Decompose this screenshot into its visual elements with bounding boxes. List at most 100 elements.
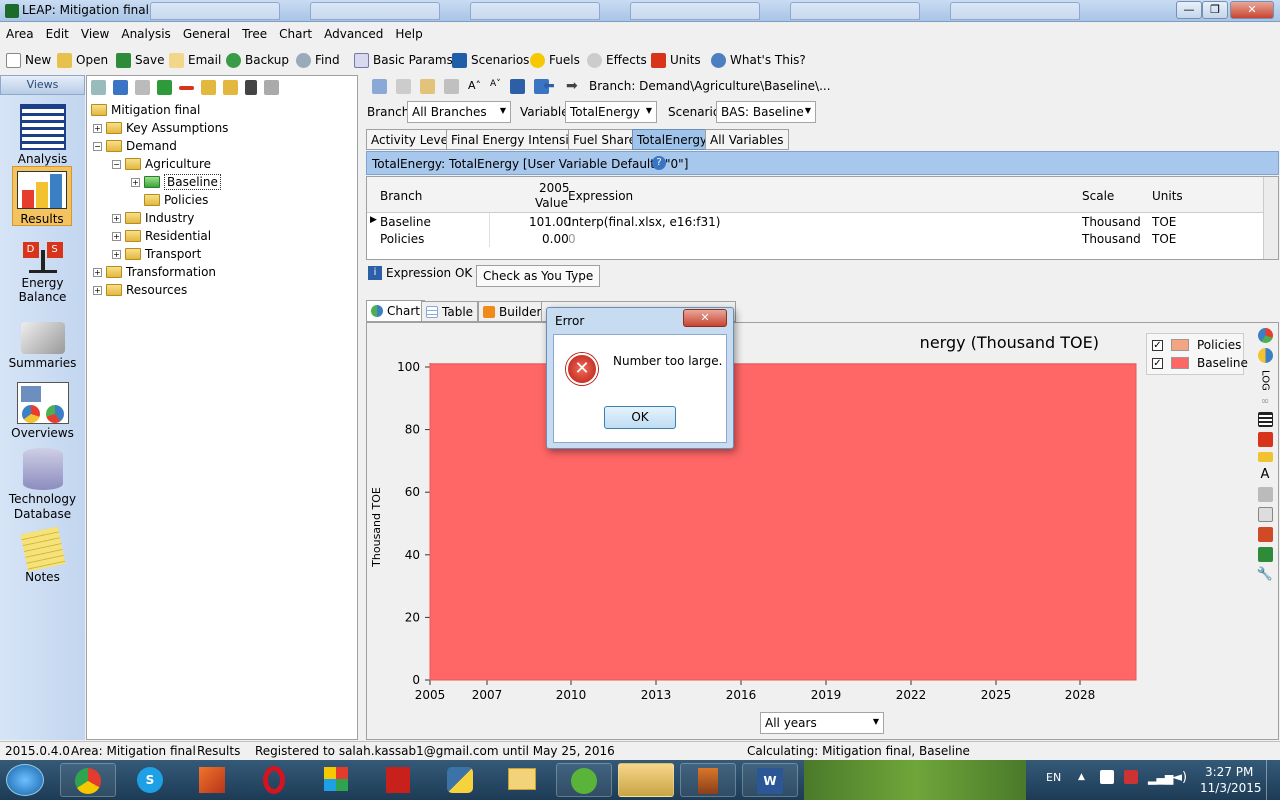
menu-chart[interactable]: Chart <box>273 24 318 41</box>
show-desktop-button[interactable] <box>1266 760 1280 800</box>
explorer-taskbar-icon[interactable] <box>494 763 550 797</box>
utorrent-taskbar-icon[interactable] <box>556 763 612 797</box>
signal-icon[interactable]: ▂▄▆ <box>1148 772 1173 785</box>
tree-item-policies[interactable]: Policies <box>144 191 208 209</box>
tab-all-variables[interactable]: All Variables <box>705 129 789 150</box>
scenario-dropdown[interactable]: BAS: Baseline <box>716 101 816 123</box>
view-energy-balance[interactable]: D S Energy Balance <box>0 240 85 304</box>
tab-total-energy[interactable]: TotalEnergy <box>632 129 713 150</box>
power-icon[interactable] <box>1124 770 1138 784</box>
units-button[interactable]: Units <box>651 51 701 69</box>
tab-activity-level[interactable]: Activity Level <box>366 129 457 150</box>
view-analysis[interactable]: Analysis <box>0 104 85 166</box>
legend-checkbox[interactable]: ✓ <box>1152 339 1163 351</box>
leap-taskbar-icon[interactable] <box>618 763 674 797</box>
tree-item-key-assumptions[interactable]: + Key Assumptions <box>93 119 228 137</box>
tray-time[interactable]: 3:27 PM <box>1205 765 1253 779</box>
table-row[interactable]: Policies 0.00 0 Thousand TOE <box>367 230 1264 247</box>
legend-checkbox[interactable]: ✓ <box>1152 357 1163 369</box>
cell-expression[interactable]: 0 <box>568 232 576 246</box>
cell-expression[interactable]: Interp(final.xlsx, e16:f31) <box>568 215 720 229</box>
print-icon[interactable] <box>264 80 279 95</box>
copy-icon[interactable] <box>1257 506 1273 522</box>
font-icon[interactable]: A <box>1261 467 1270 482</box>
check-as-you-type-button[interactable]: Check as You Type <box>476 265 601 287</box>
basic-params-button[interactable]: Basic Params <box>354 51 453 69</box>
view-technology-database[interactable]: Technology Database <box>0 448 85 522</box>
3d-toggle-icon[interactable]: ∞ <box>1261 396 1269 407</box>
fuels-button[interactable]: Fuels <box>530 51 580 69</box>
browser-tab[interactable] <box>470 2 600 20</box>
tree-item-baseline[interactable]: + Baseline <box>131 173 221 191</box>
print-icon[interactable] <box>1257 486 1273 502</box>
expand-icon[interactable]: + <box>131 177 140 187</box>
powerpoint-icon[interactable] <box>1257 526 1273 542</box>
font-decrease-icon[interactable]: A˅ <box>490 79 501 94</box>
view-results[interactable]: Results <box>12 166 72 226</box>
expand-icon[interactable]: + <box>112 213 121 223</box>
tree-item-resources[interactable]: + Resources <box>93 281 187 299</box>
browser-tab[interactable] <box>630 2 760 20</box>
word-taskbar-icon[interactable]: W <box>742 763 798 797</box>
minimize-button[interactable]: — <box>1176 1 1202 19</box>
number-format-icon[interactable] <box>1257 451 1273 462</box>
help-icon[interactable]: ? <box>652 156 666 170</box>
backup-button[interactable]: Backup <box>226 51 289 69</box>
paste-icon[interactable] <box>420 79 435 94</box>
print-icon[interactable] <box>444 79 459 94</box>
browser-tab[interactable] <box>950 2 1080 20</box>
cell-value[interactable]: 0.00 <box>542 232 569 246</box>
delete-icon[interactable] <box>179 86 194 90</box>
expand-icon[interactable]: + <box>93 285 102 295</box>
tray-expand-icon[interactable]: ▲ <box>1078 772 1085 782</box>
tree-root[interactable]: Mitigation final <box>91 101 200 119</box>
lock-icon[interactable] <box>223 80 238 95</box>
chart-bars-icon[interactable] <box>509 79 525 94</box>
action-center-icon[interactable] <box>1100 770 1114 784</box>
back-arrow-icon[interactable]: ⬅ <box>543 78 555 94</box>
open-button[interactable]: Open <box>57 51 108 69</box>
menu-edit[interactable]: Edit <box>40 24 75 41</box>
apps-taskbar-icon[interactable] <box>308 763 364 797</box>
new-button[interactable]: New <box>6 51 51 69</box>
dialog-close-button[interactable]: ✕ <box>683 309 727 327</box>
log-scale-toggle[interactable]: LOG <box>1260 370 1271 391</box>
ok-button[interactable]: OK <box>604 406 676 429</box>
skype-taskbar-icon[interactable]: S <box>122 763 178 797</box>
view-notes[interactable]: Notes <box>0 526 85 584</box>
save-icon[interactable] <box>1257 546 1273 562</box>
browser-tab[interactable] <box>310 2 440 20</box>
app-taskbar-icon[interactable] <box>680 763 736 797</box>
add-icon[interactable] <box>157 80 172 95</box>
close-button[interactable]: ✕ <box>1230 1 1274 19</box>
variable-dropdown[interactable]: TotalEnergy <box>565 101 657 123</box>
move-down-icon[interactable] <box>113 80 128 95</box>
copy-icon[interactable] <box>396 79 411 94</box>
effects-button[interactable]: Effects <box>587 51 647 69</box>
cell-value[interactable]: 101.00 <box>529 215 571 229</box>
tree-item-transformation[interactable]: + Transformation <box>93 263 216 281</box>
view-overviews[interactable]: Overviews <box>0 382 85 440</box>
expand-icon[interactable]: + <box>93 123 102 133</box>
legend-item[interactable]: ✓ Baseline <box>1152 356 1248 370</box>
expand-icon[interactable]: + <box>112 231 121 241</box>
language-indicator[interactable]: EN <box>1046 771 1061 784</box>
expand-icon[interactable]: + <box>93 267 102 277</box>
folder-tree-icon[interactable] <box>201 80 216 95</box>
matlab-taskbar-icon[interactable] <box>184 763 240 797</box>
expand-icon[interactable]: + <box>112 249 121 259</box>
menu-tree[interactable]: Tree <box>236 24 273 41</box>
tab-fuel-share[interactable]: Fuel Share <box>568 129 642 150</box>
opera-taskbar-icon[interactable] <box>246 763 302 797</box>
email-button[interactable]: Email <box>169 51 221 69</box>
sort-icon[interactable] <box>245 80 257 95</box>
font-increase-icon[interactable]: A˄ <box>468 79 481 94</box>
tree-item-demand[interactable]: − Demand <box>93 137 177 155</box>
save-button[interactable]: Save <box>116 51 164 69</box>
collapse-icon[interactable]: − <box>112 159 121 169</box>
tab-builder[interactable]: Builder <box>478 301 547 322</box>
menu-general[interactable]: General <box>177 24 236 41</box>
legend-item[interactable]: ✓ Policies <box>1152 338 1241 352</box>
browser-tab[interactable] <box>150 2 280 20</box>
whats-this-button[interactable]: What's This? <box>711 51 806 69</box>
